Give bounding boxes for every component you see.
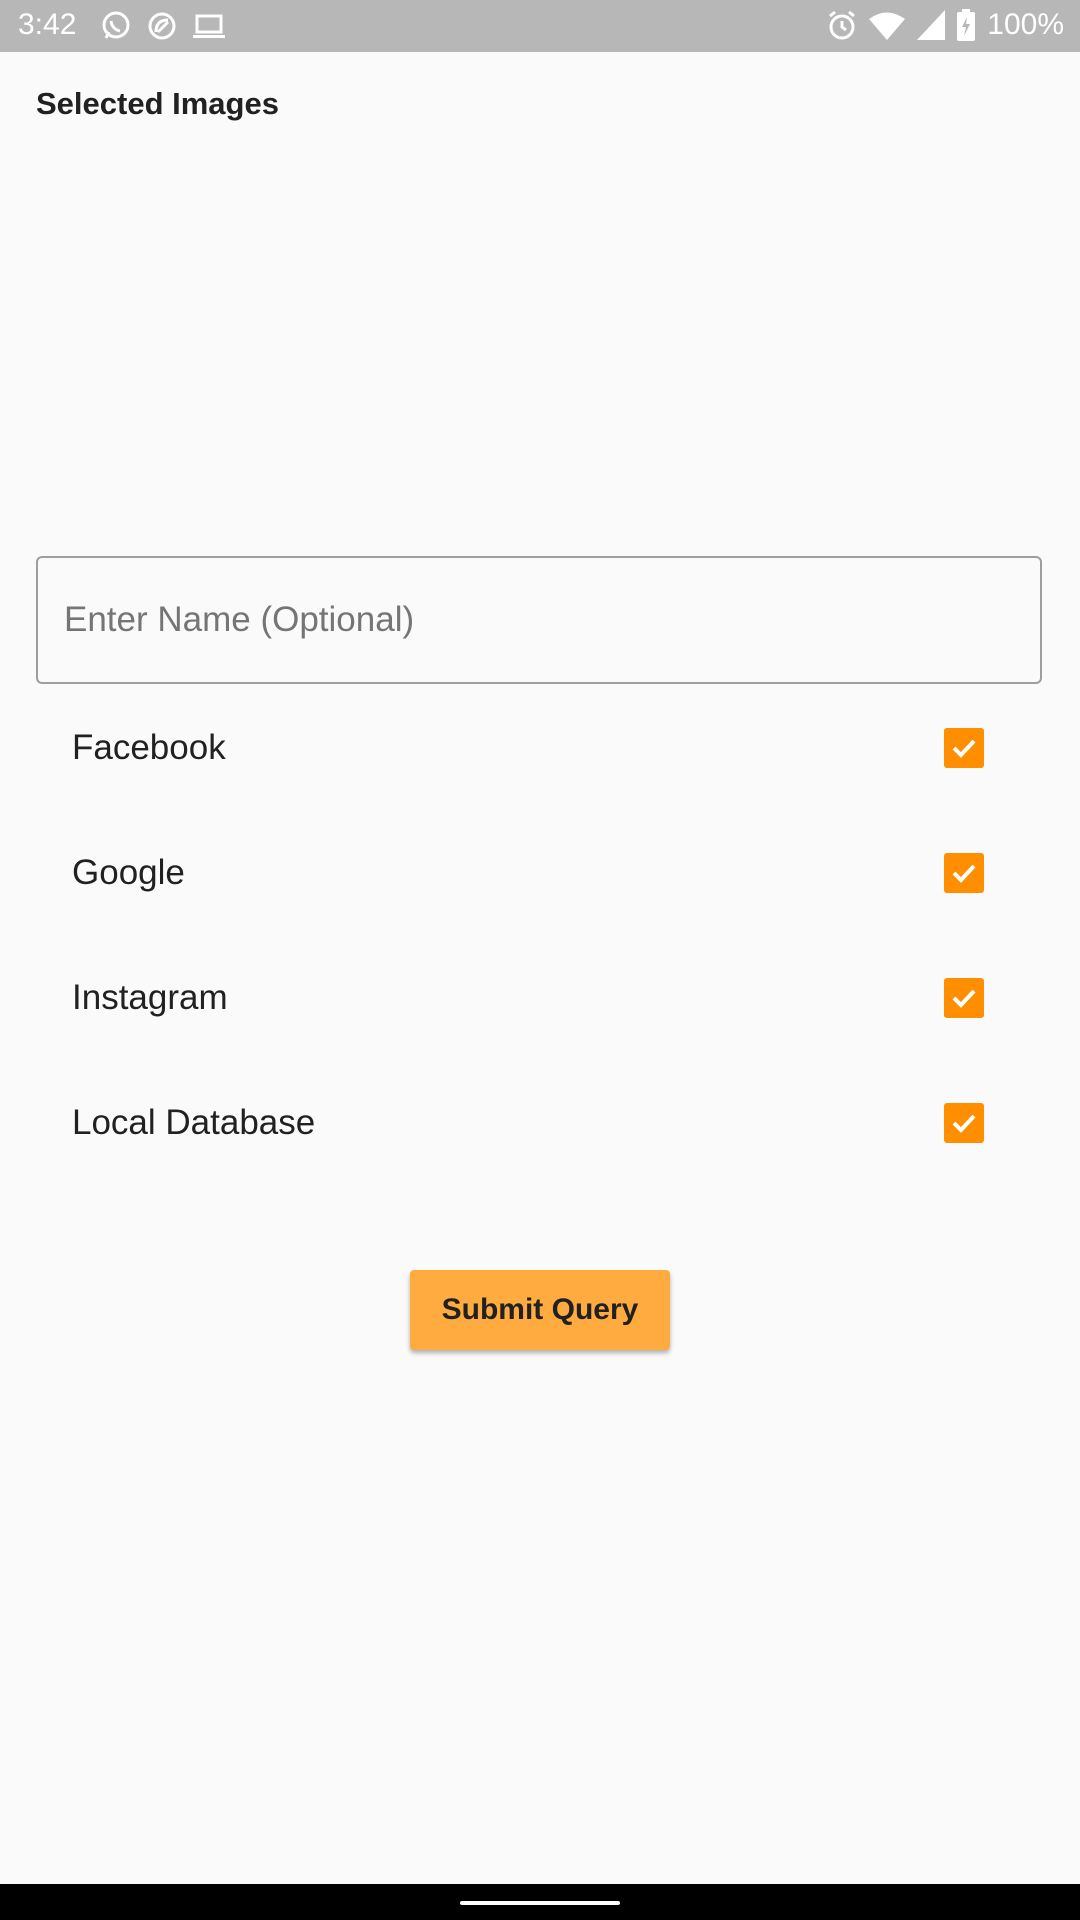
option-label-instagram: Instagram: [72, 978, 228, 1017]
option-google[interactable]: Google: [36, 811, 1044, 935]
notification-icons: [100, 10, 226, 42]
laptop-icon: [192, 11, 226, 41]
option-local-database[interactable]: Local Database: [36, 1061, 1044, 1185]
option-instagram[interactable]: Instagram: [36, 936, 1044, 1060]
selected-images-heading: Selected Images: [36, 86, 279, 121]
status-time: 3:42: [18, 8, 77, 41]
option-label-local-database: Local Database: [72, 1103, 316, 1142]
option-label-facebook: Facebook: [72, 728, 226, 767]
facebook-checkbox[interactable]: [944, 728, 984, 768]
option-label-google: Google: [72, 853, 185, 892]
check-icon: [952, 1114, 976, 1133]
alarm-icon: [827, 9, 857, 41]
google-checkbox[interactable]: [944, 853, 984, 893]
battery-percentage: 100%: [987, 8, 1064, 41]
home-handle[interactable]: [460, 1901, 620, 1905]
instagram-checkbox[interactable]: [944, 978, 984, 1018]
name-input[interactable]: [36, 556, 1042, 684]
status-bar: 3:42 100%: [0, 0, 1080, 52]
whatsapp-icon: [100, 10, 132, 42]
navigation-bar: [0, 1884, 1080, 1920]
wifi-icon: [869, 10, 906, 40]
sync-icon: [146, 10, 178, 42]
check-icon: [952, 739, 976, 758]
local-database-checkbox[interactable]: [944, 1103, 984, 1143]
system-icons: 100%: [827, 8, 1064, 42]
check-icon: [952, 989, 976, 1008]
check-icon: [952, 864, 976, 883]
option-facebook[interactable]: Facebook: [36, 686, 1044, 810]
submit-query-button[interactable]: Submit Query: [410, 1270, 670, 1350]
signal-icon: [917, 10, 946, 40]
battery-charging-icon: [957, 9, 976, 41]
